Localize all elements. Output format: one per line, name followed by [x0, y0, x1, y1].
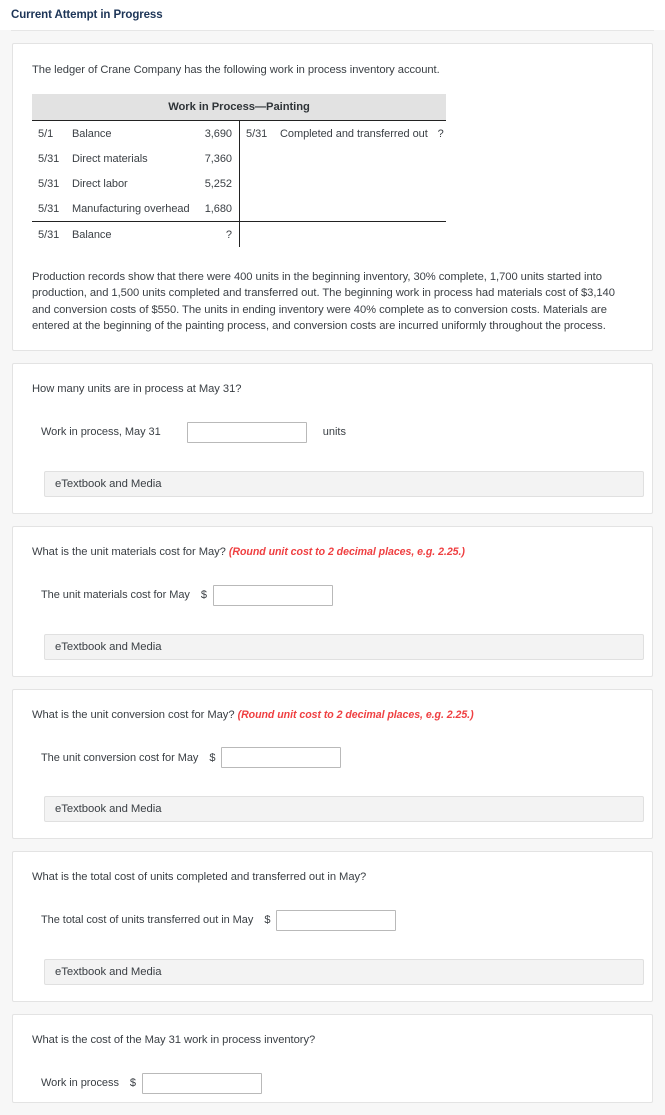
answer-row-2: The unit materials cost for May $: [41, 584, 633, 606]
answer-row-3: The unit conversion cost for May $: [41, 747, 633, 769]
answer-label-1: Work in process, May 31: [41, 426, 161, 439]
ledger-debit-rows: 5/1 Balance 3,690 5/31 Direct materials …: [32, 121, 239, 221]
ledger-amount: 1,680: [204, 202, 232, 215]
question-prompt-3: What is the unit conversion cost for May…: [32, 708, 633, 724]
ledger-credit-blank: [240, 222, 446, 247]
ledger-desc: Manufacturing overhead: [72, 202, 190, 215]
table-row: 5/1 Balance 3,690: [32, 121, 239, 146]
ledger-desc: Balance: [72, 127, 112, 140]
page-title: Current Attempt in Progress: [11, 9, 163, 21]
dollar-sign-icon: $: [209, 751, 216, 764]
question-prompt-1: How many units are in process at May 31?: [32, 382, 633, 398]
ledger-debit-side: 5/1 Balance 3,690 5/31 Direct materials …: [32, 121, 239, 247]
etextbook-and-media-button-1[interactable]: eTextbook and Media: [44, 470, 644, 497]
ledger-balance-row: 5/31 Balance ?: [32, 222, 239, 247]
etextbook-and-media-button-2[interactable]: eTextbook and Media: [44, 633, 644, 660]
answer-row-1: Work in process, May 31 units: [41, 421, 633, 443]
ledger-desc: Balance: [72, 228, 112, 241]
ledger-amount: 7,360: [204, 152, 232, 165]
assignment-page: Current Attempt in Progress The ledger o…: [0, 0, 665, 1115]
question-card-1: How many units are in process at May 31?…: [12, 363, 653, 514]
dollar-sign-icon: $: [129, 1077, 137, 1090]
question-prompt-text: What is the total cost of units complete…: [32, 871, 367, 884]
question-prompt-text: What is the cost of the May 31 work in p…: [32, 1033, 316, 1046]
t-account-ledger: Work in Process—Painting 5/1 Balance 3,6…: [32, 94, 446, 248]
attempt-header: Current Attempt in Progress: [0, 0, 665, 30]
question-prompt-2: What is the unit materials cost for May?…: [32, 545, 633, 561]
answer-label-2: The unit materials cost for May: [41, 589, 190, 602]
answer-label-5: Work in process: [41, 1077, 119, 1090]
ledger-amount: 5,252: [204, 177, 232, 190]
ledger-desc: Completed and transferred out: [280, 127, 428, 140]
etextbook-label: eTextbook and Media: [55, 803, 162, 816]
question-prompt-text: What is the unit conversion cost for May…: [32, 708, 235, 721]
question-card-5: What is the cost of the May 31 work in p…: [12, 1013, 653, 1103]
units-suffix-1: units: [322, 426, 346, 439]
ledger-credit-spacer: [240, 146, 446, 221]
total-cost-transferred-out-input[interactable]: [276, 909, 397, 931]
ledger-date: 5/31: [38, 152, 60, 165]
work-in-process-units-input[interactable]: [186, 421, 307, 443]
question-card-2: What is the unit materials cost for May?…: [12, 525, 653, 677]
problem-card: The ledger of Crane Company has the foll…: [12, 43, 653, 352]
ledger-date: 5/31: [246, 127, 268, 140]
header-divider: [11, 30, 654, 31]
ledger-amount: 3,690: [204, 127, 232, 140]
ledger-desc: Direct labor: [72, 177, 128, 190]
ledger-amount: ?: [225, 228, 232, 241]
etextbook-label: eTextbook and Media: [55, 477, 162, 490]
production-records-text: Production records show that there were …: [32, 271, 615, 332]
etextbook-label: eTextbook and Media: [55, 965, 162, 978]
ledger-amount: ?: [437, 127, 444, 140]
rounding-hint: (Round unit cost to 2 decimal places, e.…: [228, 545, 465, 558]
dollar-sign-icon: $: [200, 589, 207, 602]
unit-materials-cost-input[interactable]: [212, 584, 333, 606]
ledger-date: 5/31: [38, 202, 60, 215]
answer-label-4: The total cost of units transferred out …: [41, 914, 254, 927]
ledger-date: 5/31: [38, 177, 60, 190]
ledger-credit-side: 5/31 Completed and transferred out ?: [239, 121, 446, 248]
rounding-hint: (Round unit cost to 2 decimal places, e.…: [237, 708, 474, 721]
ending-work-in-process-cost-input[interactable]: [142, 1072, 263, 1094]
answer-row-4: The total cost of units transferred out …: [41, 909, 633, 931]
dollar-sign-icon: $: [264, 914, 271, 927]
unit-conversion-cost-input[interactable]: [221, 747, 342, 769]
question-prompt-5: What is the cost of the May 31 work in p…: [32, 1033, 633, 1049]
question-card-3: What is the unit conversion cost for May…: [12, 688, 653, 840]
ledger-date: 5/1: [38, 127, 54, 140]
answer-row-5: Work in process $: [41, 1072, 633, 1094]
table-row: 5/31 Direct labor 5,252: [32, 171, 239, 196]
ledger-date: 5/31: [38, 228, 60, 241]
question-card-4: What is the total cost of units complete…: [12, 851, 653, 1002]
ledger-title: Work in Process—Painting: [32, 94, 446, 121]
etextbook-label: eTextbook and Media: [55, 640, 162, 653]
table-row: 5/31 Completed and transferred out ?: [240, 121, 446, 146]
etextbook-and-media-button-4[interactable]: eTextbook and Media: [44, 958, 644, 985]
table-row: 5/31 Manufacturing overhead 1,680: [32, 196, 239, 221]
answer-label-3: The unit conversion cost for May: [41, 751, 199, 764]
question-prompt-4: What is the total cost of units complete…: [32, 870, 633, 886]
table-row: 5/31 Direct materials 7,360: [32, 146, 239, 171]
etextbook-and-media-button-3[interactable]: eTextbook and Media: [44, 796, 644, 823]
question-prompt-text: How many units are in process at May 31?: [32, 383, 242, 396]
ledger-desc: Direct materials: [72, 152, 148, 165]
problem-intro: The ledger of Crane Company has the foll…: [32, 64, 440, 76]
question-prompt-text: What is the unit materials cost for May?: [32, 545, 226, 558]
